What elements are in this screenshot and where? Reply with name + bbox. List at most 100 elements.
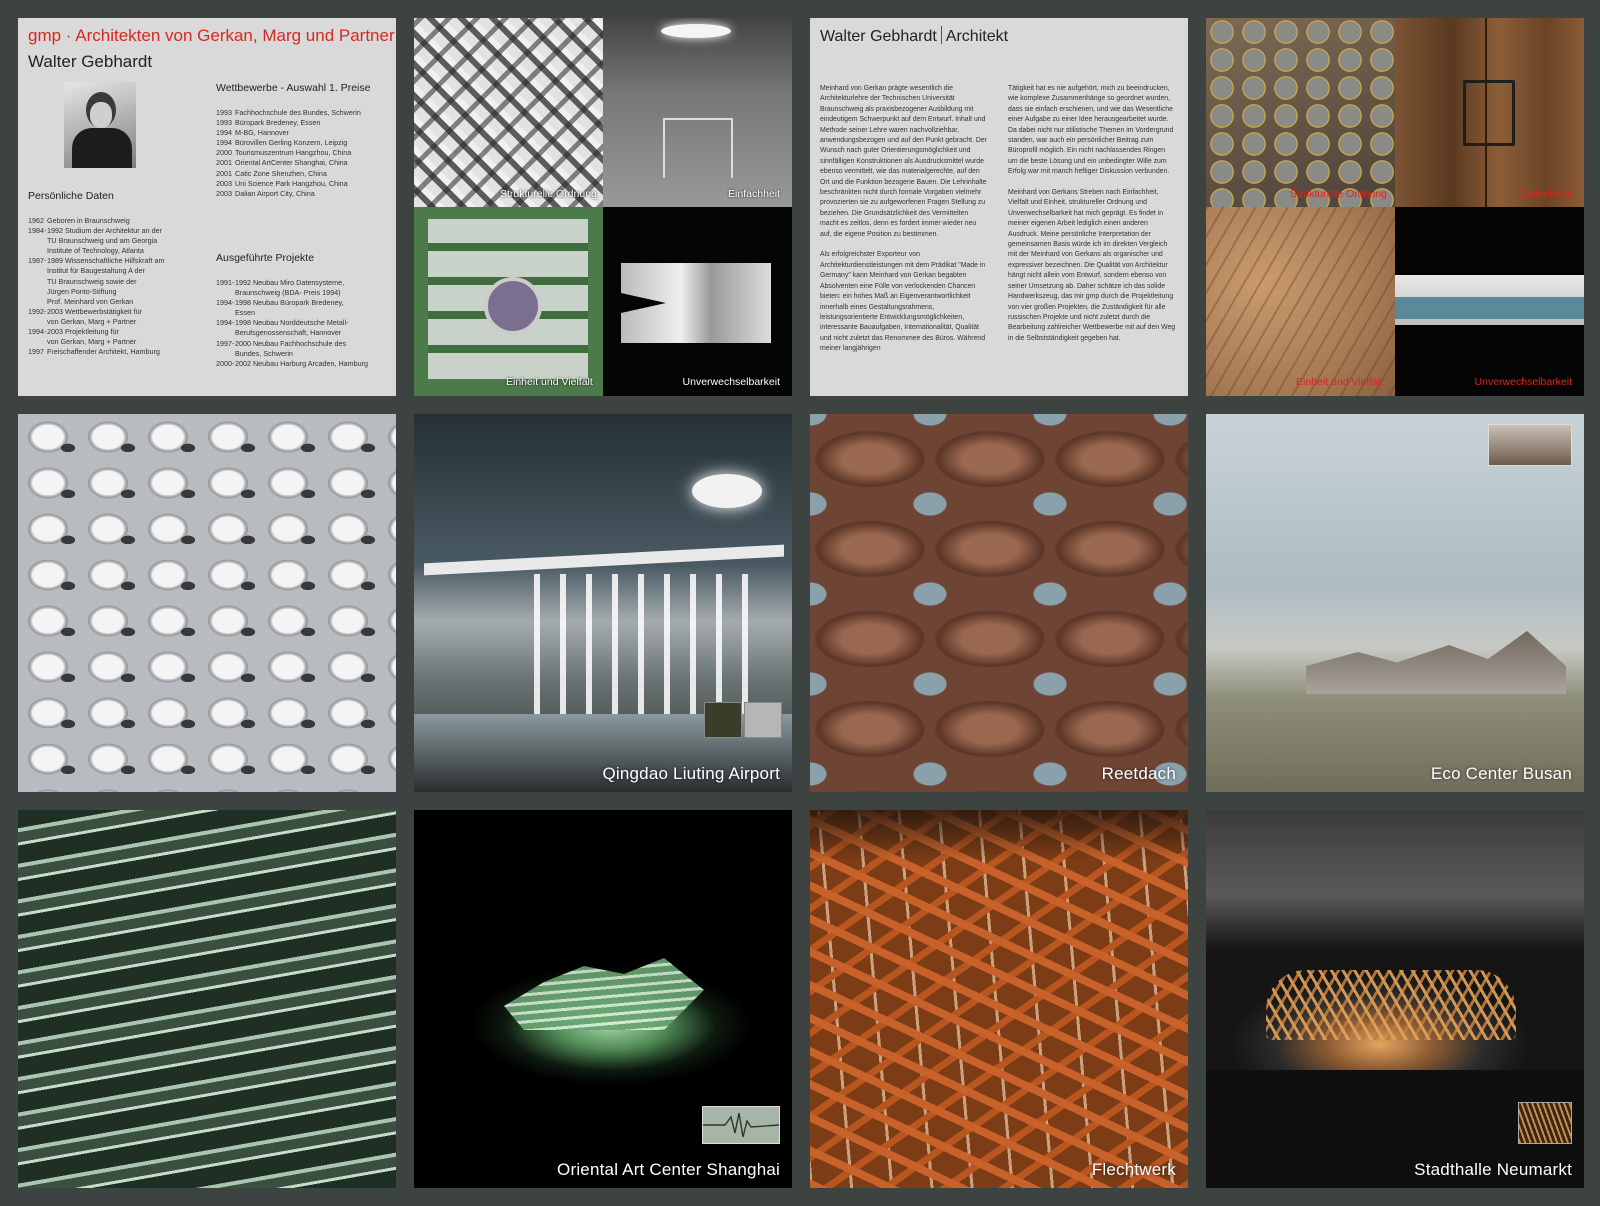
entry-text: 1998 Neubau Büropark Bredeney,	[235, 298, 344, 308]
entry-year	[216, 349, 235, 359]
essay-title-name: Walter Gebhardt	[820, 28, 937, 45]
competitions-entry: 2003 Dalian Airport City, China	[216, 189, 391, 199]
entry-text: Braunschweig (BDA- Preis 1994)	[235, 288, 341, 298]
personal-entry: Institut für Baugestaltung A der	[28, 266, 198, 276]
entry-year: 2000-	[216, 358, 235, 368]
entry-year: 2001	[216, 168, 232, 178]
entry-year	[28, 297, 47, 307]
thumbnail-inset	[1488, 424, 1572, 466]
entry-text: Essen	[235, 308, 255, 318]
entry-text: Bundes, Schwerin	[235, 348, 293, 358]
weave-thumbnail-inset	[1518, 1102, 1572, 1144]
entry-year	[28, 236, 47, 246]
entry-text: Bürovillen Gerling Konzern, Leipzig	[235, 138, 348, 148]
material-structure-image	[1206, 18, 1395, 207]
essay-title: Walter Gebhardt Architekt	[820, 26, 1008, 46]
entry-text: Berufsgenossenschaft, Hannover	[235, 328, 342, 338]
material-unity-image	[1206, 207, 1395, 396]
entry-year: 2003	[216, 178, 232, 188]
entry-year: 1994-	[216, 318, 235, 328]
projects-entry: 1997- 2000 Neubau Fachhochschule des	[216, 339, 391, 349]
eco-center-render: Eco Center Busan	[1206, 414, 1584, 792]
essay-paragraph: Als erfolgreichster Exporteur von Archit…	[820, 251, 986, 353]
projects-entry: Berufsgenossenschaft, Hannover	[216, 328, 391, 338]
caption-distinctiveness: Unverwechselbarkeit	[682, 376, 780, 388]
personal-entry: Prof. Meinhard von Gerkan	[28, 297, 198, 307]
personal-entry: von Gerkan, Marg + Partner	[28, 337, 198, 347]
firm-title: gmp · Architekten von Gerkan, Marg und P…	[28, 26, 395, 45]
distinctiveness-image	[603, 207, 792, 396]
caption-structure: Strukturelle Ordnung	[500, 188, 597, 200]
entry-year: 2001	[216, 158, 232, 168]
essay-paragraph: Meinhard von Gerkans Streben nach Einfac…	[1008, 189, 1176, 342]
caption-reed: Reetdach	[1101, 764, 1176, 783]
caption-material-distinctiveness: Unverwechselbarkeit	[1474, 376, 1572, 388]
entry-text: Fachhochschule des Bundes, Schwerin	[235, 108, 361, 117]
airport-render: Qingdao Liuting Airport	[414, 414, 792, 792]
projects-entry: Essen	[216, 308, 391, 318]
stadthalle-render: Stadthalle Neumarkt	[1206, 810, 1584, 1188]
caption-simplicity: Einfachheit	[728, 188, 780, 200]
caption-weave: Flechtwerk	[1091, 1160, 1176, 1179]
caption-stadthalle: Stadthalle Neumarkt	[1414, 1160, 1572, 1179]
competitions-list: 1993 Fachhochschule des Bundes, Schwerin 1…	[216, 108, 391, 199]
facade-bubbles-image	[18, 414, 396, 792]
projects-entry: 1994- 1998 Neubau Norddeutsche Metall-	[216, 318, 391, 328]
personal-entry: 1962 Geboren in Braunschweig	[28, 216, 198, 226]
entry-year: 2003	[216, 188, 232, 198]
entry-text: von Gerkan, Marg + Partner	[47, 337, 137, 347]
essay-paragraph: Tätigkeit hat es nie aufgehört, mich zu …	[1008, 85, 1174, 176]
competitions-entry: 1994 M-BG, Hannover	[216, 128, 391, 138]
entry-year	[216, 328, 235, 338]
entry-text: Institute of Technology, Atlanta	[47, 246, 144, 256]
entry-year	[28, 337, 47, 347]
material-simplicity-image	[1395, 18, 1584, 207]
personal-entry: 1992- 2003 Wettbewerbstätigkeit für	[28, 307, 198, 317]
entry-year: 1993	[216, 118, 232, 128]
caption-unity: Einheit und Vielfalt	[506, 376, 593, 388]
entry-text: 1992 Neubau Miro Datensysteme,	[235, 278, 345, 287]
caption-airport: Qingdao Liuting Airport	[602, 764, 780, 783]
personal-entry: Jürgen Ponto-Stiftung	[28, 287, 198, 297]
personal-entry: TU Braunschweig und am Georgia	[28, 236, 198, 246]
personal-entry: 1994- 2003 Projektleitung für	[28, 327, 198, 337]
entry-year	[28, 246, 47, 256]
entry-year	[28, 277, 47, 287]
principles-collage: Strukturelle Ordnung Einfachheit Einheit…	[414, 18, 792, 396]
projects-entry: 2000- 2002 Neubau Harburg Arcaden, Hambur…	[216, 359, 391, 369]
entry-year	[216, 308, 235, 318]
projects-entry: 1994- 1998 Neubau Büropark Bredeney,	[216, 298, 391, 308]
entry-year: 1991-	[216, 278, 235, 287]
competitions-entry: 1994 Bürovillen Gerling Konzern, Leipzig	[216, 138, 391, 148]
competitions-entry: 2001 Catic Zone Shenzhen, China	[216, 169, 391, 179]
structure-image	[414, 18, 603, 207]
entry-year: 1992-	[28, 306, 47, 316]
competitions-entry: 1993 Büropark Bredeney, Essen	[216, 118, 391, 128]
caption-material-structure: Strukturelle Ordnung	[1290, 188, 1387, 200]
entry-year: 1994	[216, 128, 232, 138]
portrait-photo	[64, 82, 136, 168]
entry-text: 2003 Wettbewerbstätigkeit für	[47, 306, 142, 316]
entry-text: Jürgen Ponto-Stiftung	[47, 286, 117, 296]
entry-year: 1997	[28, 347, 44, 357]
personal-entry: TU Braunschweig sowie der	[28, 277, 198, 287]
entry-text: 2000 Neubau Fachhochschule des	[235, 338, 347, 348]
entry-text: Catic Zone Shenzhen, China	[235, 168, 327, 178]
entry-text: 2002 Neubau Harburg Arcaden, Hamburg	[235, 358, 369, 368]
entry-text: Oriental ArtCenter Shanghai, China	[235, 158, 348, 168]
entry-text: Freischaffender Architekt, Hamburg	[47, 347, 160, 357]
entry-year	[28, 317, 47, 327]
waveform-inset	[702, 1106, 780, 1144]
essay-column-left: Meinhard von Gerkan prägte wesentlich di…	[820, 84, 988, 365]
entry-year: 1987-	[28, 256, 47, 266]
caption-oriental: Oriental Art Center Shanghai	[557, 1160, 780, 1179]
essay-column-right: Tätigkeit hat es nie aufgehört, mich zu …	[1008, 84, 1176, 355]
personal-entry: 1997 Freischaffender Architekt, Hamburg	[28, 347, 198, 357]
bio-panel: gmp · Architekten von Gerkan, Marg und P…	[18, 18, 396, 396]
entry-year: 2000	[216, 148, 232, 158]
simplicity-image	[603, 18, 792, 207]
weave-structure-image: Flechtwerk	[810, 810, 1188, 1188]
unity-image	[414, 207, 603, 396]
competitions-heading: Wettbewerbe - Auswahl 1. Preise	[216, 82, 371, 94]
competitions-entry: 2001 Oriental ArtCenter Shanghai, China	[216, 158, 391, 168]
